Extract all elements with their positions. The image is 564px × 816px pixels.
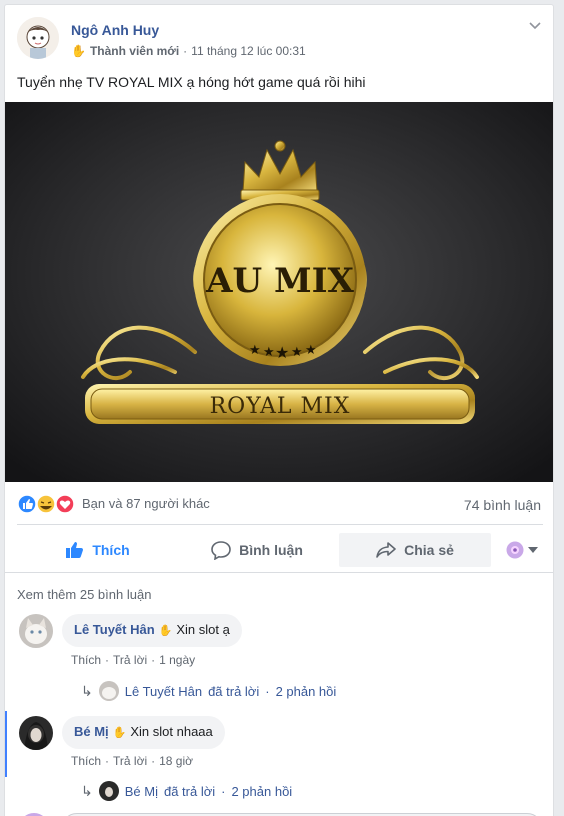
comment-meta: Thích · Trả lời · 18 giờ — [71, 754, 193, 768]
comment-text: Xin slot nhaaa — [130, 724, 213, 739]
comments-divider — [5, 572, 553, 573]
like-button-label: Thích — [92, 542, 130, 558]
comment-meta: Thích · Trả lời · 1 ngày — [71, 653, 196, 667]
divider — [17, 524, 543, 525]
comments-count[interactable]: 74 bình luận — [464, 497, 541, 513]
reaction-summary[interactable]: Bạn và 87 người khác — [82, 496, 210, 511]
author-avatar[interactable] — [17, 17, 59, 59]
replier-name: Bé Mị — [124, 783, 158, 799]
replied-text: đã trả lời — [163, 783, 216, 799]
author-name[interactable]: Ngô Anh Huy — [71, 22, 159, 38]
post-card: Ngô Anh Huy ✋ Thành viên mới · 11 tháng … — [4, 4, 554, 816]
comment-reply-link[interactable]: Trả lời — [113, 653, 147, 667]
reaction-icons[interactable] — [17, 494, 79, 514]
comment-bubble: Lê Tuyết Hân ✋ Xin slot ạ — [62, 614, 242, 647]
comment-reply-link[interactable]: Trả lời — [113, 754, 147, 768]
replies-summary[interactable]: ↳ Bé Mị đã trả lời · 2 phản hồi — [81, 781, 292, 801]
comment-button[interactable]: Bình luận — [177, 533, 337, 567]
share-arrow-icon — [376, 542, 396, 558]
post-image[interactable]: AU MIX ★ ★ ★ ★ ★ ROYAL MIX — [5, 102, 553, 482]
post-options-chevron-down-icon[interactable] — [527, 17, 543, 33]
replier-avatar — [98, 781, 119, 801]
post-timestamp[interactable]: 11 tháng 12 lúc 00:31 — [191, 44, 306, 58]
share-button[interactable]: Chia sẻ — [339, 533, 491, 567]
comment-like-link[interactable]: Thích — [71, 653, 101, 667]
comment-text: Xin slot ạ — [176, 622, 230, 637]
view-more-comments[interactable]: Xem thêm 25 bình luận — [17, 587, 151, 602]
highlight-bar — [5, 711, 7, 777]
commenter-avatar[interactable] — [19, 716, 53, 750]
post-meta: ✋ Thành viên mới · 11 tháng 12 lúc 00:31 — [71, 44, 306, 58]
replied-text: đã trả lời — [208, 683, 260, 699]
replier-name: Lê Tuyết Hân — [124, 683, 203, 699]
comment-icon — [211, 541, 231, 560]
wave-icon: ✋ — [71, 44, 86, 58]
post-body: Tuyển nhẹ TV ROYAL MIX ạ hóng hớt game q… — [17, 74, 366, 90]
caret-down-icon — [528, 547, 538, 553]
commenter-avatar[interactable] — [19, 614, 53, 648]
action-bar: Thích Bình luận Chia sẻ — [17, 529, 543, 571]
member-badge[interactable]: Thành viên mới — [90, 44, 179, 58]
comment-time[interactable]: 18 giờ — [159, 754, 193, 768]
reply-arrow-icon: ↳ — [81, 782, 93, 799]
reply-arrow-icon: ↳ — [81, 682, 93, 699]
comment-time[interactable]: 1 ngày — [159, 653, 195, 667]
reply-count: 2 phản hồi — [275, 683, 337, 699]
comment-button-label: Bình luận — [239, 542, 303, 558]
commenter-name[interactable]: Bé Mị — [74, 724, 109, 739]
thumbs-up-icon — [66, 542, 84, 558]
svg-text:★: ★ — [263, 345, 275, 360]
commenter-name[interactable]: Lê Tuyết Hân — [74, 622, 155, 637]
wave-icon: ✋ — [158, 625, 173, 637]
reply-count: 2 phản hồi — [231, 783, 293, 799]
like-button[interactable]: Thích — [17, 533, 177, 567]
page-avatar-icon — [506, 541, 524, 559]
logo-banner-text: ROYAL MIX — [210, 394, 351, 419]
svg-text:★: ★ — [275, 343, 289, 362]
svg-text:★: ★ — [305, 343, 317, 358]
comment-like-link[interactable]: Thích — [71, 754, 101, 768]
replier-avatar — [98, 681, 119, 701]
wave-icon: ✋ — [112, 727, 127, 739]
comment-bubble: Bé Mị ✋ Xin slot nhaaa — [62, 716, 225, 749]
share-button-label: Chia sẻ — [404, 542, 454, 558]
logo-main-text: AU MIX — [205, 261, 354, 301]
replies-summary[interactable]: ↳ Lê Tuyết Hân đã trả lời · 2 phản hồi — [81, 681, 336, 701]
reaction-selector[interactable] — [501, 533, 543, 567]
svg-text:★: ★ — [291, 345, 303, 360]
svg-text:★: ★ — [249, 343, 261, 358]
